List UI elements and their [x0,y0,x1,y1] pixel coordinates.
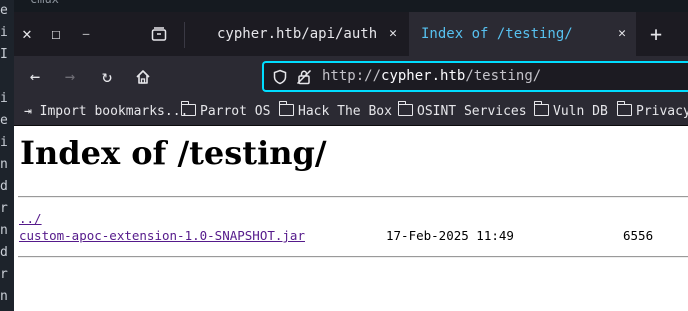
bookmark-osint-services[interactable]: OSINT Services [397,101,527,122]
file-size: 6556 [623,228,654,243]
import-icon: ⇥ [24,104,32,119]
bookmark-import[interactable]: ⇥ Import bookmarks... [24,102,188,122]
background-window-title: cmux [30,0,59,6]
terminal-char: n [0,223,8,238]
bookmark-vuln-db[interactable]: Vuln DB [533,101,608,122]
bookmark-label: Parrot OS [200,104,271,119]
folder-icon [533,101,549,116]
divider [18,256,688,258]
back-button[interactable]: ← [24,66,46,88]
terminal-char: i [0,135,8,150]
url-bar[interactable]: http://cypher.htb/testing/ [262,61,688,92]
tab-overview-button[interactable] [150,25,168,43]
bookmark-label: Vuln DB [553,104,608,119]
shield-icon[interactable] [272,69,288,85]
terminal-char: e [0,3,8,18]
terminal-char: n [0,157,8,172]
insecure-lock-icon[interactable] [296,69,312,85]
bookmarks-toolbar: ⇥ Import bookmarks... Parrot OS Hack The… [14,98,688,126]
tab-close-icon[interactable]: ✕ [618,12,626,56]
folder-icon [278,101,294,116]
url-text[interactable]: http://cypher.htb/testing/ [322,68,541,84]
folder-icon [397,101,413,116]
tab-api-auth[interactable]: cypher.htb/api/auth ✕ [205,12,407,56]
bookmark-hack-the-box[interactable]: Hack The Box [278,101,392,122]
parent-directory-link[interactable]: ../ [19,211,42,226]
home-icon [136,70,150,84]
terminal-char: I [0,47,8,62]
browser-window: ✕ ☐ — cypher.htb/api/auth ✕ Index of /te… [14,12,688,311]
forward-button[interactable]: → [59,66,81,88]
url-host: cypher.htb [381,68,466,84]
background-terminal: e i I i e i n d r n d r n [0,0,14,311]
table-row: custom-apoc-extension-1.0-SNAPSHOT.jar 1… [19,228,679,243]
folder-icon [616,101,632,116]
window-maximize-button[interactable]: ☐ [47,25,65,43]
tab-separator [184,22,185,48]
close-icon: ✕ [22,24,32,43]
tab-overview-icon [151,27,167,41]
terminal-char: d [0,245,8,260]
window-minimize-button[interactable]: — [77,25,95,43]
terminal-char: d [0,179,8,194]
arrow-right-icon: → [64,67,76,87]
url-scheme: http:// [322,68,382,84]
bookmark-label: Hack The Box [298,104,392,119]
tab-label: cypher.htb/api/auth [217,26,378,42]
terminal-char: r [0,267,8,282]
bookmark-label: Import bookmarks... [39,104,189,119]
reload-button[interactable]: ↻ [96,66,118,88]
minimize-icon: — [82,27,90,40]
new-tab-button[interactable]: + [647,22,665,46]
plus-icon: + [649,22,663,46]
tab-bar: ✕ ☐ — cypher.htb/api/auth ✕ Index of /te… [14,12,688,56]
page-title: Index of /testing/ [20,134,327,172]
tab-close-icon[interactable]: ✕ [389,12,397,56]
file-link[interactable]: custom-apoc-extension-1.0-SNAPSHOT.jar [19,228,305,243]
nav-toolbar: ← → ↻ http://cypher.htb/testing/ [14,56,688,98]
arrow-left-icon: ← [29,67,41,87]
file-date: 17-Feb-2025 11:49 [386,228,514,243]
bookmark-label: OSINT Services [417,104,527,119]
page-content: Index of /testing/ ../ custom-apoc-exten… [14,126,688,311]
terminal-char [0,66,14,88]
divider [18,196,688,198]
url-path: /testing/ [465,68,542,84]
bookmark-label: Privacy [636,104,688,119]
folder-icon [180,101,196,116]
terminal-char: e [0,113,8,128]
terminal-char: r [0,201,8,216]
reload-icon: ↻ [101,67,113,87]
tab-label: Index of /testing/ [421,26,573,42]
terminal-char: i [0,25,8,40]
bookmark-parrot-os[interactable]: Parrot OS [180,101,271,122]
terminal-char: i [0,91,8,106]
home-button[interactable] [132,66,154,88]
listing-row-parent: ../ [19,211,42,226]
bookmark-privacy[interactable]: Privacy [616,101,688,122]
terminal-char: n [0,289,8,304]
maximize-icon: ☐ [51,24,61,43]
tab-index-testing[interactable]: Index of /testing/ ✕ [409,12,636,56]
window-close-button[interactable]: ✕ [18,25,36,43]
